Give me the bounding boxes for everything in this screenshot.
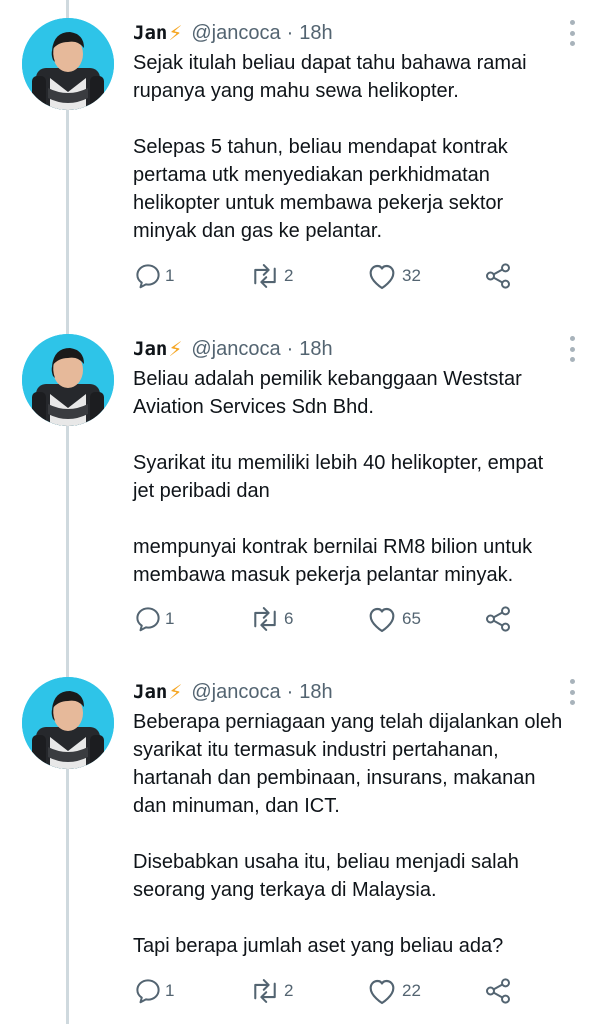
tweet-paragraph: mempunyai kontrak bernilai RM8 bilion un… — [133, 536, 533, 586]
tweet-actions: 1 6 65 — [133, 602, 533, 636]
username-handle[interactable]: @jancoca — [191, 338, 280, 361]
retweet-count: 2 — [284, 981, 294, 1000]
heart-icon — [366, 976, 398, 1006]
username-handle[interactable]: @jancoca — [191, 681, 280, 704]
like-button[interactable]: 65 — [366, 602, 421, 636]
more-vertical-icon[interactable] — [568, 336, 576, 362]
share-button[interactable] — [483, 602, 513, 636]
display-name[interactable]: Jan — [133, 338, 167, 360]
avatar[interactable] — [22, 334, 114, 426]
retweet-icon — [248, 604, 282, 634]
avatar[interactable] — [22, 18, 114, 110]
retweet-icon — [248, 976, 282, 1006]
more-vertical-icon[interactable] — [568, 679, 576, 705]
more-vertical-icon[interactable] — [568, 20, 576, 46]
username-handle[interactable]: @jancoca — [191, 22, 280, 45]
like-count: 22 — [402, 981, 421, 1000]
retweet-button[interactable]: 2 — [248, 259, 293, 293]
reply-icon — [133, 976, 163, 1006]
tweet-header: Jan ⚡ @jancoca · 18h — [133, 677, 333, 707]
timestamp[interactable]: 18h — [299, 22, 332, 45]
reply-icon — [133, 261, 163, 291]
heart-icon — [366, 261, 398, 291]
separator-dot: · — [286, 680, 294, 703]
thread-connector-line — [66, 0, 69, 1024]
reply-button[interactable]: 1 — [133, 602, 174, 636]
retweet-icon — [248, 261, 282, 291]
heart-icon — [366, 604, 398, 634]
share-icon — [483, 261, 513, 291]
retweet-button[interactable]: 6 — [248, 602, 293, 636]
tweet-paragraph: Sejak itulah beliau dapat tahu bahawa ra… — [133, 52, 527, 102]
like-count: 65 — [402, 609, 421, 628]
retweet-button[interactable]: 2 — [248, 974, 293, 1008]
share-button[interactable] — [483, 974, 513, 1008]
separator-dot: · — [286, 21, 294, 44]
like-button[interactable]: 32 — [366, 259, 421, 293]
tweet-text: Sejak itulah beliau dapat tahu bahawa ra… — [133, 49, 573, 245]
tweet-paragraph: Beberapa perniagaan yang telah dijalanka… — [133, 711, 563, 817]
timestamp[interactable]: 18h — [299, 338, 332, 361]
tweet-text: Beberapa perniagaan yang telah dijalanka… — [133, 708, 573, 960]
reply-button[interactable]: 1 — [133, 259, 174, 293]
like-button[interactable]: 22 — [366, 974, 421, 1008]
tweet-paragraph: Selepas 5 tahun, beliau mendapat kontrak… — [133, 136, 508, 242]
tweet-paragraph: Beliau adalah pemilik kebanggaan Weststa… — [133, 368, 522, 418]
retweet-count: 2 — [284, 266, 294, 285]
like-count: 32 — [402, 266, 421, 285]
display-name[interactable]: Jan — [133, 681, 167, 703]
tweet-header: Jan ⚡ @jancoca · 18h — [133, 18, 333, 48]
tweet-paragraph: Disebabkan usaha itu, beliau menjadi sal… — [133, 851, 519, 901]
lightning-emoji: ⚡ — [168, 681, 183, 704]
retweet-count: 6 — [284, 609, 294, 628]
reply-icon — [133, 604, 163, 634]
lightning-emoji: ⚡ — [168, 338, 183, 361]
tweet-paragraph: Tapi berapa jumlah aset yang beliau ada? — [133, 935, 504, 957]
avatar[interactable] — [22, 677, 114, 769]
tweet-text: Beliau adalah pemilik kebanggaan Weststa… — [133, 365, 573, 589]
reply-count: 1 — [165, 266, 175, 285]
lightning-emoji: ⚡ — [168, 22, 183, 45]
tweet-actions: 1 2 32 — [133, 259, 533, 293]
reply-count: 1 — [165, 609, 175, 628]
separator-dot: · — [286, 337, 294, 360]
share-icon — [483, 604, 513, 634]
share-icon — [483, 976, 513, 1006]
timestamp[interactable]: 18h — [299, 681, 332, 704]
share-button[interactable] — [483, 259, 513, 293]
tweet-actions: 1 2 22 — [133, 974, 533, 1008]
tweet-header: Jan ⚡ @jancoca · 18h — [133, 334, 333, 364]
reply-count: 1 — [165, 981, 175, 1000]
display-name[interactable]: Jan — [133, 22, 167, 44]
reply-button[interactable]: 1 — [133, 974, 174, 1008]
tweet-paragraph: Syarikat itu memiliki lebih 40 helikopte… — [133, 452, 544, 502]
